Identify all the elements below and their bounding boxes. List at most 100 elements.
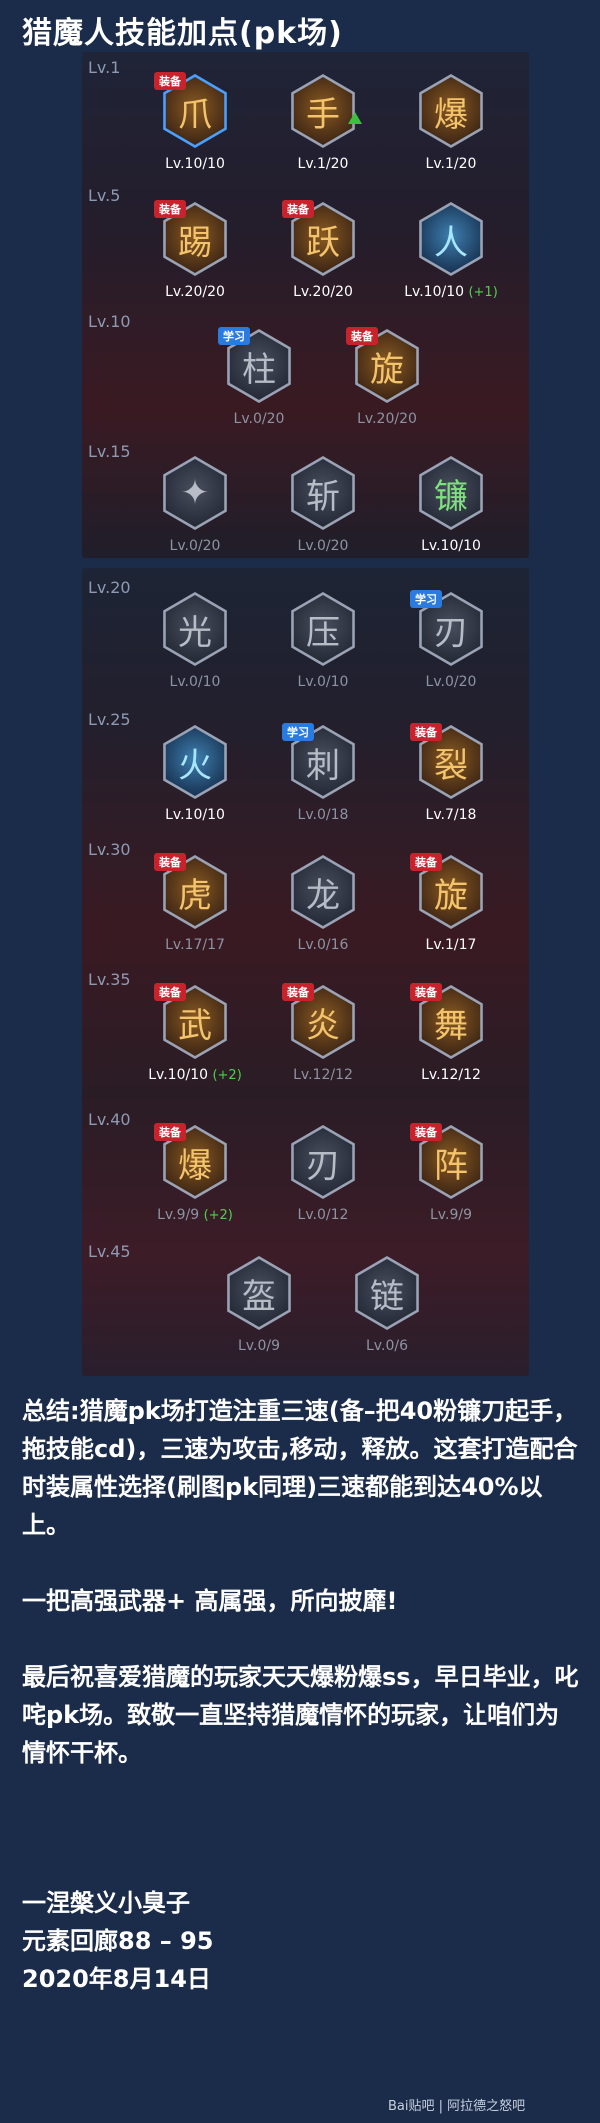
skill-level: Lv.0/18	[297, 807, 349, 823]
skill-level: Lv.0/6	[366, 1338, 408, 1354]
skill-level: Lv.10/10	[421, 538, 481, 554]
skill-slot[interactable]: 装备 阵 Lv.9/9	[410, 1123, 492, 1235]
skill-level: Lv.7/18	[425, 807, 477, 823]
skill-slot[interactable]: 光 Lv.0/10	[154, 590, 236, 702]
skill-bonus: (+1)	[468, 285, 498, 300]
skill-slot[interactable]: 镰 Lv.10/10	[410, 454, 492, 566]
page-title: 猎魔人技能加点(pk场)	[22, 16, 343, 51]
skill-slot[interactable]: 装备 炎 Lv.12/12	[282, 983, 364, 1095]
skill-level: Lv.1/20	[425, 156, 477, 172]
skill-slot[interactable]: 装备 跃 Lv.20/20	[282, 200, 364, 312]
tieba-watermark: Bai贴吧 | 阿拉德之怒吧	[388, 2099, 526, 2114]
skill-level: Lv.20/20	[357, 411, 417, 427]
skill-slot[interactable]: 学习 刺 Lv.0/18	[282, 723, 364, 835]
skill-slot[interactable]: 装备 旋 Lv.1/17	[410, 853, 492, 965]
skill-icon: 斩	[291, 456, 355, 530]
level-label: Lv.10	[88, 312, 131, 331]
skill-icon: 压	[291, 592, 355, 666]
skill-slot[interactable]: 手 Lv.1/20	[282, 72, 364, 184]
skill-icon: 盔	[227, 1256, 291, 1330]
server-range: 元素回廊88 – 95	[22, 1927, 214, 1955]
skill-slot[interactable]: 装备 踢 Lv.20/20	[154, 200, 236, 312]
skill-level: Lv.10/10 (+1)	[404, 284, 498, 300]
equip-badge: 装备	[154, 72, 186, 90]
skill-slot[interactable]: 装备 裂 Lv.7/18	[410, 723, 492, 835]
skill-level: Lv.0/10	[169, 674, 221, 690]
skill-slot[interactable]: ✦ Lv.0/20	[154, 454, 236, 566]
level-label: Lv.30	[88, 840, 131, 859]
skill-level: Lv.0/16	[297, 937, 349, 953]
skill-slot[interactable]: 斩 Lv.0/20	[282, 454, 364, 566]
skill-level: Lv.1/20	[297, 156, 349, 172]
level-label: Lv.1	[88, 58, 121, 77]
equip-badge: 装备	[410, 853, 442, 871]
skill-slot[interactable]: 学习 柱 Lv.0/20	[218, 327, 300, 439]
skill-slot[interactable]: 爆 Lv.1/20	[410, 72, 492, 184]
learn-badge: 学习	[218, 327, 250, 345]
equip-badge: 装备	[154, 1123, 186, 1141]
skill-level: Lv.0/20	[425, 674, 477, 690]
equip-badge: 装备	[410, 723, 442, 741]
equip-badge: 装备	[282, 200, 314, 218]
equip-badge: 装备	[154, 200, 186, 218]
level-label: Lv.5	[88, 186, 121, 205]
skill-slot[interactable]: 龙 Lv.0/16	[282, 853, 364, 965]
skill-slot[interactable]: 装备 虎 Lv.17/17	[154, 853, 236, 965]
author-name: 一涅槃义小臭子	[22, 1889, 190, 1917]
skill-level: Lv.10/10	[165, 156, 225, 172]
equip-badge: 装备	[154, 983, 186, 1001]
summary-line: 一把高强武器+ 高属强，所向披靡!	[22, 1587, 398, 1615]
skill-slot[interactable]: 盔 Lv.0/9	[218, 1254, 300, 1366]
skill-level: Lv.12/12	[421, 1067, 481, 1083]
skill-slot[interactable]: 人 Lv.10/10 (+1)	[404, 200, 498, 312]
skill-slot[interactable]: 装备 旋 Lv.20/20	[346, 327, 428, 439]
skill-icon: 镰	[419, 456, 483, 530]
skill-level: Lv.12/12	[293, 1067, 353, 1083]
skill-icon: 龙	[291, 855, 355, 929]
skill-level: Lv.0/10	[297, 674, 349, 690]
skill-level: Lv.0/20	[297, 538, 349, 554]
skill-level: Lv.10/10 (+2)	[148, 1067, 242, 1083]
level-label: Lv.20	[88, 578, 131, 597]
skill-level: Lv.17/17	[165, 937, 225, 953]
level-label: Lv.25	[88, 710, 131, 729]
skill-level: Lv.20/20	[165, 284, 225, 300]
equip-badge: 装备	[346, 327, 378, 345]
skill-icon: 火	[163, 725, 227, 799]
skill-level: Lv.20/20	[293, 284, 353, 300]
skill-panel-top: Lv.1 Lv.5 Lv.10 Lv.15 装备 爪 Lv.10/10 手 Lv…	[82, 52, 529, 558]
skill-slot[interactable]: 学习 刃 Lv.0/20	[410, 590, 492, 702]
equip-badge: 装备	[410, 983, 442, 1001]
skill-level: Lv.0/12	[297, 1207, 349, 1223]
skill-slot[interactable]: 装备 爆 Lv.9/9 (+2)	[154, 1123, 236, 1235]
skill-slot[interactable]: 刃 Lv.0/12	[282, 1123, 364, 1235]
skill-icon: 手	[291, 74, 355, 148]
level-label: Lv.45	[88, 1242, 131, 1261]
skill-slot[interactable]: 装备 爪 Lv.10/10	[154, 72, 236, 184]
post-date: 2020年8月14日	[22, 1965, 211, 1993]
skill-icon: 光	[163, 592, 227, 666]
skill-level: Lv.1/17	[425, 937, 477, 953]
skill-level: Lv.10/10	[165, 807, 225, 823]
learn-badge: 学习	[282, 723, 314, 741]
skill-icon: 爆	[419, 74, 483, 148]
skill-icon: 链	[355, 1256, 419, 1330]
skill-level: Lv.9/9 (+2)	[157, 1207, 233, 1223]
skill-slot[interactable]: 装备 舞 Lv.12/12	[410, 983, 492, 1095]
skill-bonus: (+2)	[203, 1208, 233, 1223]
skill-slot[interactable]: 火 Lv.10/10	[154, 723, 236, 835]
level-label: Lv.35	[88, 970, 131, 989]
learn-badge: 学习	[410, 590, 442, 608]
skill-level: Lv.0/9	[238, 1338, 280, 1354]
level-label: Lv.15	[88, 442, 131, 461]
skill-level: Lv.9/9	[430, 1207, 472, 1223]
skill-slot[interactable]: 装备 武 Lv.10/10 (+2)	[148, 983, 242, 1095]
equip-badge: 装备	[282, 983, 314, 1001]
skill-slot[interactable]: 压 Lv.0/10	[282, 590, 364, 702]
level-label: Lv.40	[88, 1110, 131, 1129]
equip-badge: 装备	[154, 853, 186, 871]
skill-icon: ✦	[163, 456, 227, 530]
skill-icon: 人	[419, 202, 483, 276]
skill-level: Lv.0/20	[169, 538, 221, 554]
skill-slot[interactable]: 链 Lv.0/6	[346, 1254, 428, 1366]
